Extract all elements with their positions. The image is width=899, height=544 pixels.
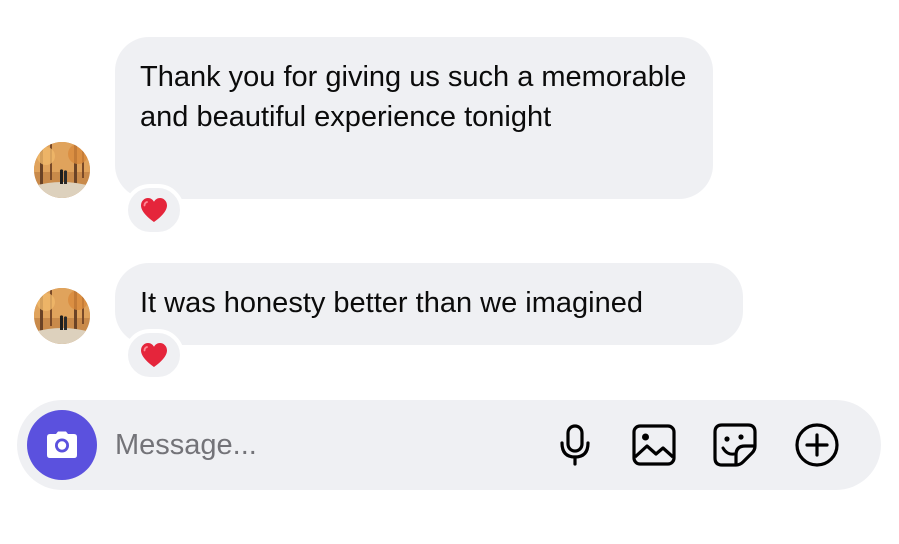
- avatar[interactable]: [34, 288, 90, 344]
- plus-circle-icon: [795, 423, 839, 467]
- sticker-button[interactable]: [711, 421, 759, 469]
- avatar[interactable]: [34, 142, 90, 198]
- message-row: Thank you for giving us such a memorable…: [0, 0, 899, 240]
- heart-icon: [141, 343, 167, 367]
- reaction-badge[interactable]: [124, 329, 184, 381]
- message-row: It was honesty better than we imagined: [0, 240, 899, 390]
- camera-icon: [47, 431, 77, 458]
- microphone-icon: [560, 424, 590, 466]
- image-icon: [632, 424, 676, 466]
- sticker-icon: [713, 423, 757, 467]
- message-bubble[interactable]: Thank you for giving us such a memorable…: [115, 37, 713, 199]
- avatar-photo: [34, 288, 90, 344]
- message-text: It was honesty better than we imagined: [140, 287, 643, 319]
- avatar-photo: [34, 142, 90, 198]
- voice-message-button[interactable]: [551, 421, 599, 469]
- message-text: Thank you for giving us such a memorable…: [140, 61, 687, 133]
- message-input[interactable]: [115, 422, 535, 468]
- gallery-button[interactable]: [630, 421, 678, 469]
- more-options-button[interactable]: [793, 421, 841, 469]
- reaction-badge[interactable]: [124, 184, 184, 236]
- message-bubble[interactable]: It was honesty better than we imagined: [115, 263, 743, 345]
- camera-button[interactable]: [27, 410, 97, 480]
- heart-icon: [141, 198, 167, 222]
- message-composer: [17, 400, 881, 490]
